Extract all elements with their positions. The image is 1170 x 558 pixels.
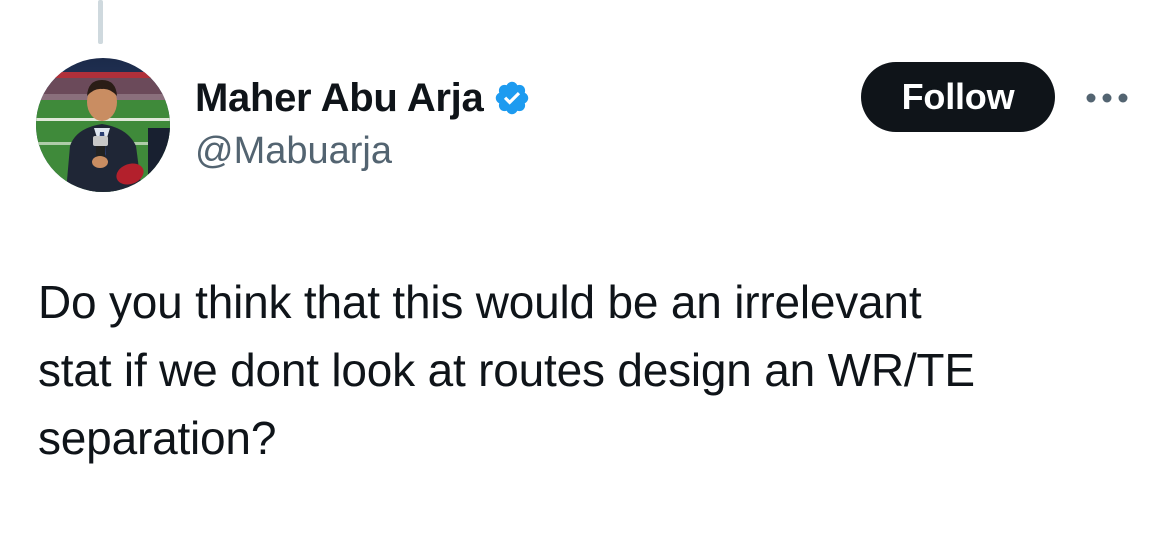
author-handle[interactable]: @Mabuarja — [195, 130, 392, 173]
tweet-text: Do you think that this would be an irrel… — [38, 268, 1138, 472]
follow-button[interactable]: Follow — [861, 62, 1055, 132]
more-options-button[interactable] — [1082, 80, 1132, 116]
tweet-text-line: separation? — [38, 412, 277, 464]
verified-badge-icon[interactable] — [493, 79, 531, 117]
tweet-text-line: Do you think that this would be an irrel… — [38, 276, 922, 328]
avatar[interactable] — [36, 58, 170, 192]
display-name[interactable]: Maher Abu Arja — [195, 76, 484, 121]
thread-connector-line — [98, 0, 103, 44]
author-name-row: Maher Abu Arja — [195, 74, 531, 122]
more-horizontal-icon — [1086, 93, 1128, 103]
tweet-text-line: stat if we dont look at routes design an… — [38, 344, 975, 396]
avatar-photo — [36, 58, 170, 192]
